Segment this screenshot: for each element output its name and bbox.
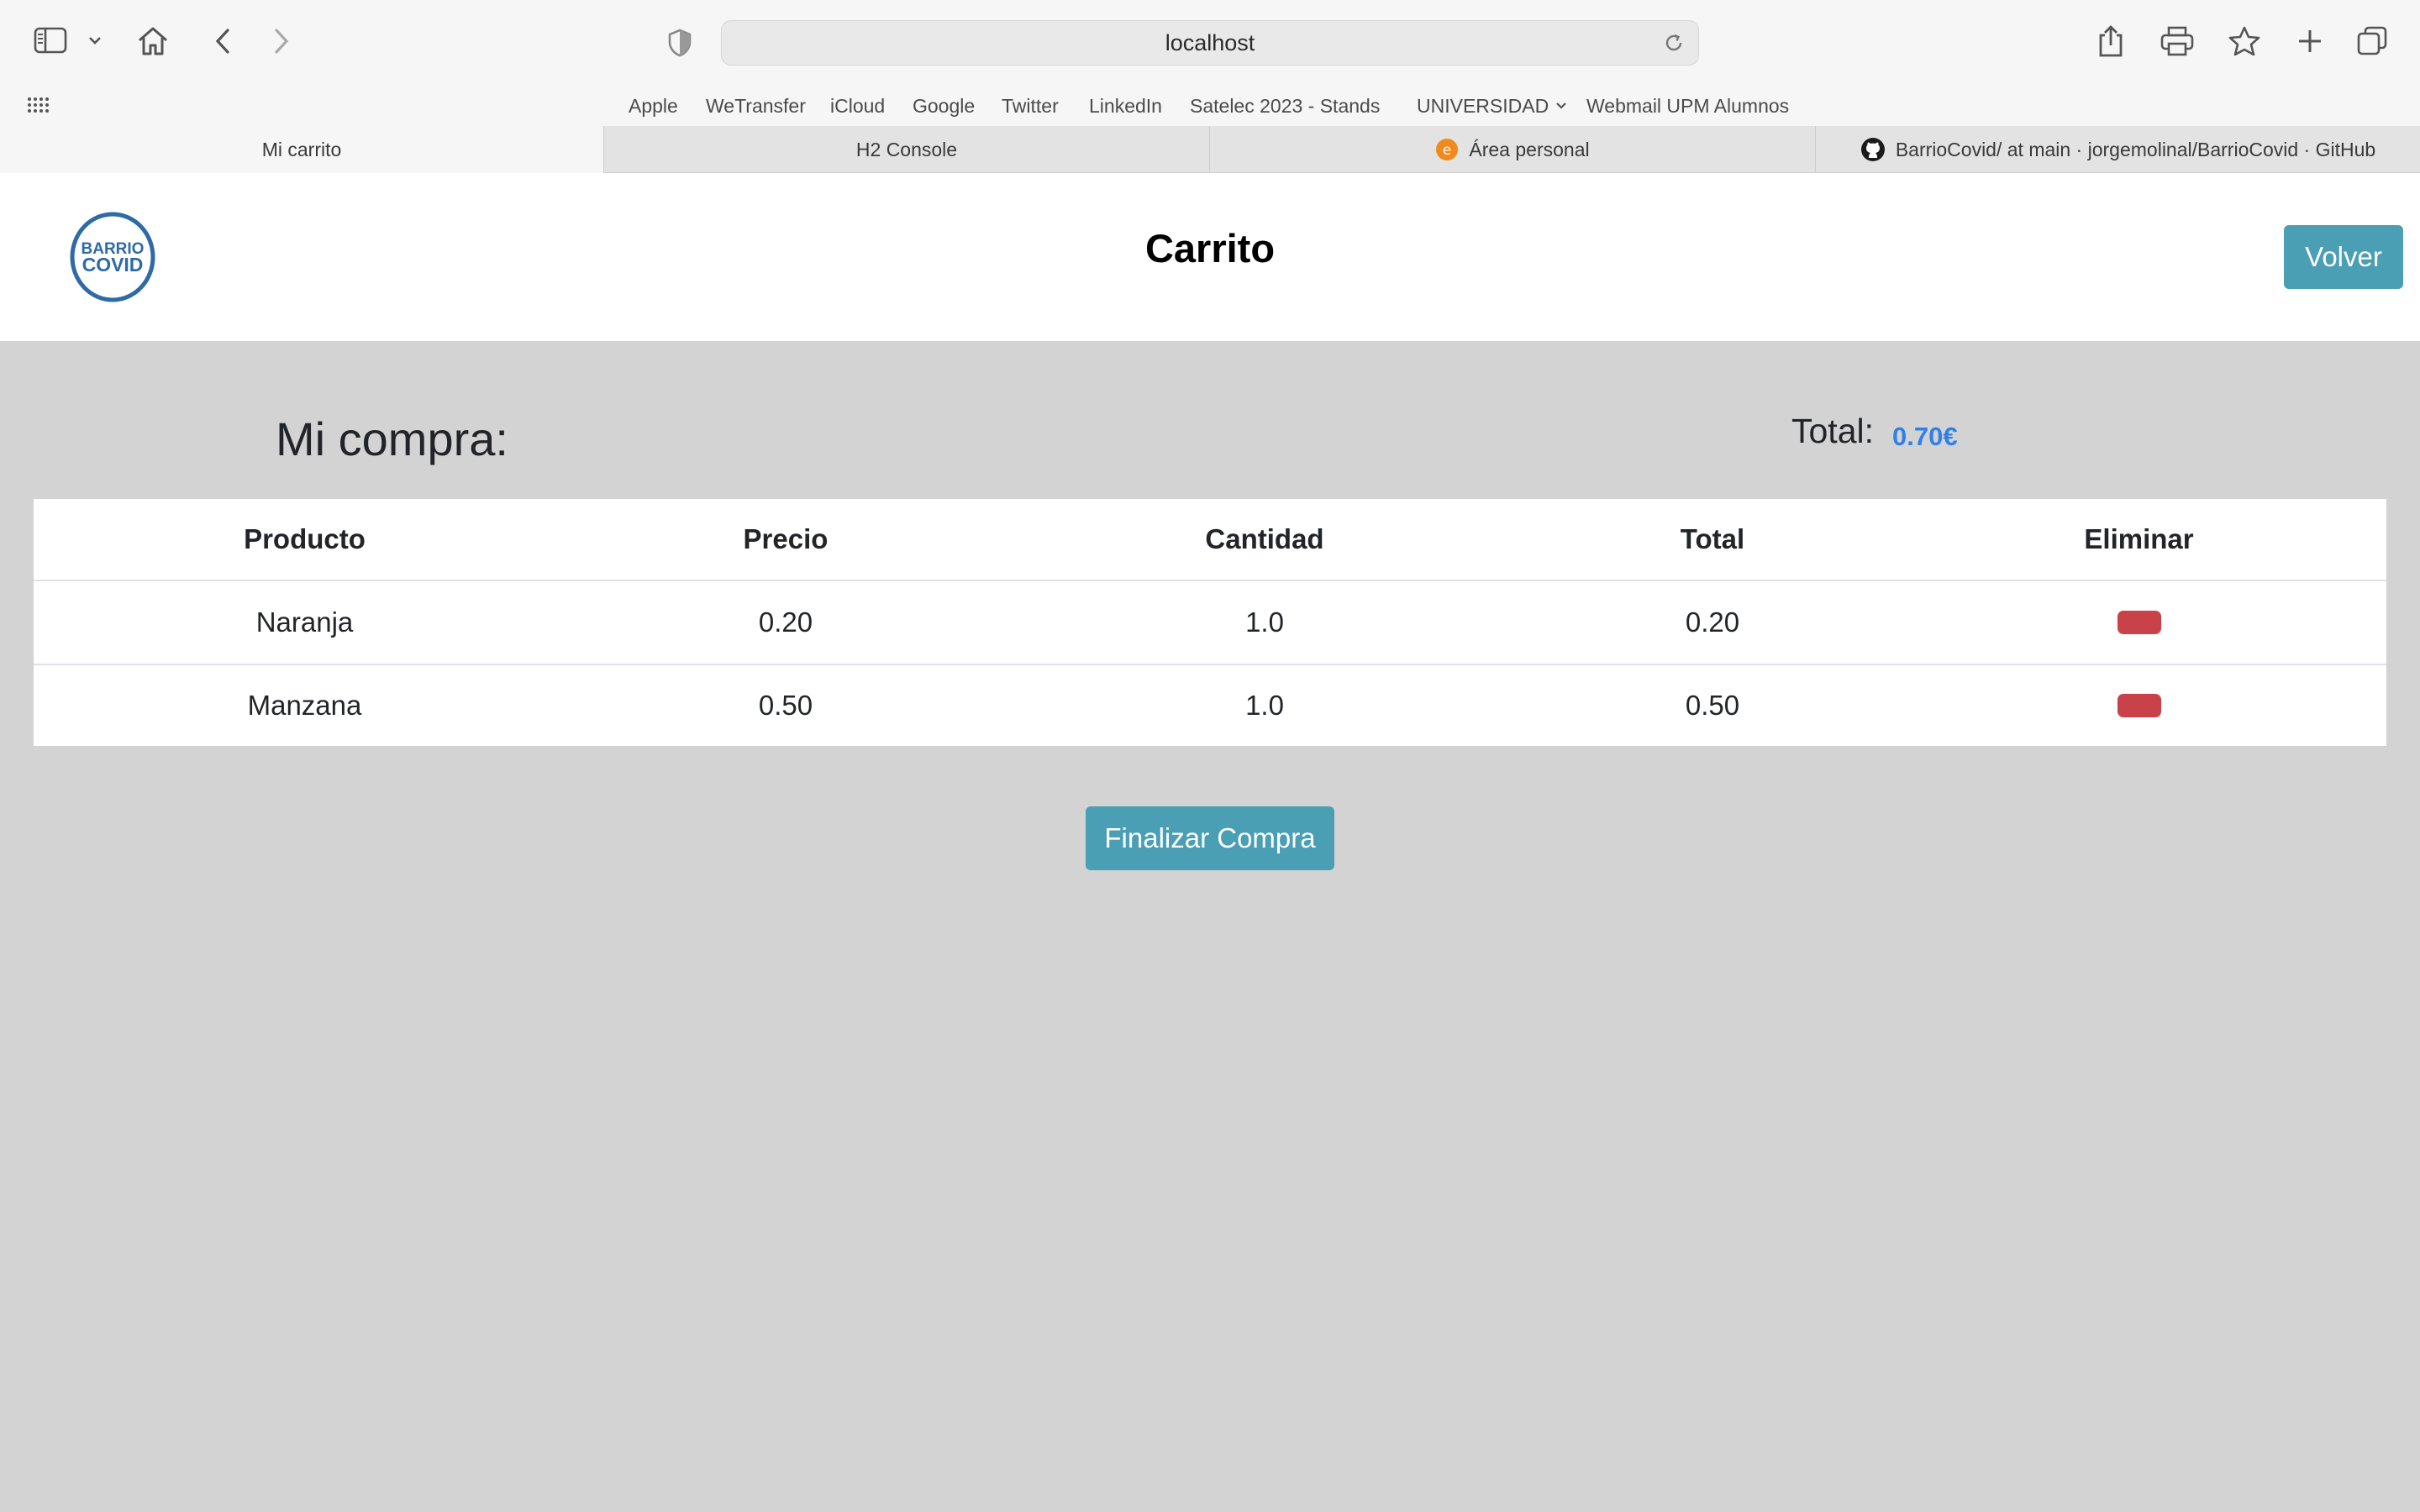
cart-table: Producto Precio Cantidad Total Eliminar … [34, 499, 2386, 746]
table-row: Naranja 0.20 1.0 0.20 [34, 581, 2386, 664]
forward-icon[interactable] [272, 27, 291, 55]
column-header-producto: Producto [244, 523, 366, 554]
cell-eliminar [1891, 581, 2386, 664]
back-icon[interactable] [213, 27, 232, 55]
column-header-eliminar: Eliminar [2084, 523, 2194, 554]
tab-label: Mi carrito [261, 138, 342, 160]
share-icon[interactable] [2096, 24, 2126, 59]
home-icon[interactable] [136, 25, 170, 57]
bookmark-satelec[interactable]: Satelec 2023 - Stands [1190, 86, 1380, 126]
tab-overview-icon[interactable] [2356, 25, 2388, 57]
tab-github[interactable]: BarrioCovid/ at main · jorgemolinal/Barr… [1815, 126, 2420, 173]
back-button[interactable]: Volver [2284, 225, 2403, 289]
tab-label: H2 Console [855, 138, 958, 160]
tab-label: BarrioCovid/ at main · jorgemolinal/Barr… [1895, 138, 2376, 160]
github-favicon-icon [1860, 137, 1886, 162]
column-header-cantidad: Cantidad [1205, 523, 1324, 554]
total-value: 0.70€ [1892, 422, 1958, 451]
tab-mi-carrito[interactable]: Mi carrito [0, 126, 603, 173]
chevron-down-icon [1555, 102, 1567, 110]
delete-item-button[interactable] [2117, 611, 2161, 634]
moodle-favicon-icon: e [1435, 138, 1459, 161]
chevron-down-icon[interactable] [87, 35, 103, 45]
reload-icon[interactable] [1663, 32, 1685, 58]
cell-cantidad: 1.0 [1245, 606, 1284, 638]
cell-total: 0.50 [1685, 690, 1740, 721]
page-header: BARRIO COVID Carrito Volver [0, 173, 2420, 341]
bookmark-wetransfer[interactable]: WeTransfer [706, 86, 806, 126]
bookmark-icloud[interactable]: iCloud [830, 86, 885, 126]
new-tab-icon[interactable] [2296, 27, 2324, 55]
checkout-button[interactable]: Finalizar Compra [1086, 806, 1334, 870]
column-header-total: Total [1680, 523, 1745, 554]
sidebar-toggle-icon[interactable] [34, 27, 67, 54]
delete-item-button[interactable] [2117, 694, 2161, 717]
table-row: Manzana 0.50 1.0 0.50 [34, 664, 2386, 746]
cart-subtitle: Mi compra: [276, 412, 508, 465]
bookmark-webmail-upm[interactable]: Webmail UPM Alumnos [1586, 86, 1789, 126]
url-text: localhost [1165, 29, 1255, 55]
bookmark-folder-label: UNIVERSIDAD [1417, 94, 1549, 117]
cell-precio: 0.50 [758, 690, 813, 721]
cell-total: 0.20 [1685, 606, 1740, 638]
browser-toolbar: localhost [0, 0, 2420, 86]
bookmark-google[interactable]: Google [913, 86, 975, 126]
svg-text:e: e [1443, 142, 1451, 159]
bookmark-apple[interactable]: Apple [629, 86, 678, 126]
bookmark-star-icon[interactable] [2228, 25, 2261, 57]
cell-precio: 0.20 [758, 606, 813, 638]
tab-area-personal[interactable]: e Área personal [1209, 126, 1815, 173]
total-label: Total: [1791, 412, 1874, 450]
print-icon[interactable] [2160, 25, 2195, 57]
bookmark-linkedin[interactable]: LinkedIn [1089, 86, 1162, 126]
bookmark-twitter[interactable]: Twitter [1002, 86, 1059, 126]
cell-cantidad: 1.0 [1245, 690, 1284, 721]
address-bar[interactable]: localhost [721, 20, 1699, 66]
tab-bar: Mi carrito H2 Console e Área personal Ba… [0, 126, 2420, 173]
table-header-row: Producto Precio Cantidad Total Eliminar [34, 499, 2386, 581]
column-header-precio: Precio [743, 523, 829, 554]
apps-grid-icon[interactable] [27, 96, 49, 114]
tab-label: Área personal [1469, 138, 1590, 160]
cell-eliminar [1891, 665, 2386, 746]
privacy-shield-icon[interactable] [667, 29, 692, 57]
bookmarks-bar: Apple WeTransfer iCloud Google Twitter L… [0, 86, 2420, 126]
cell-producto: Manzana [247, 690, 362, 721]
bookmark-folder-universidad[interactable]: UNIVERSIDAD [1417, 86, 1567, 126]
tab-h2-console[interactable]: H2 Console [603, 126, 1209, 173]
cell-producto: Naranja [255, 606, 354, 638]
page-title: Carrito [1144, 226, 1276, 270]
